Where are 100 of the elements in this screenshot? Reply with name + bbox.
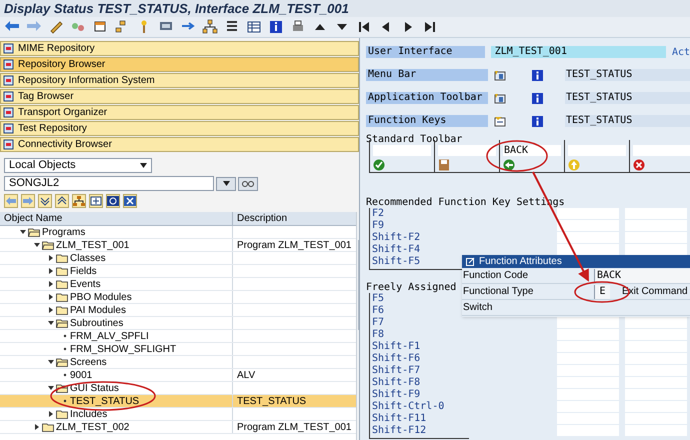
tree-button[interactable] <box>72 194 86 208</box>
input-field[interactable] <box>557 413 619 424</box>
object-type-dropdown[interactable]: Local Objects <box>4 158 152 173</box>
back-arrow-icon[interactable] <box>503 159 515 171</box>
tree-row[interactable]: Includes <box>0 408 356 421</box>
input-field[interactable] <box>625 365 687 376</box>
dropdown-button[interactable] <box>216 176 236 190</box>
input-field[interactable] <box>557 329 619 340</box>
description-text: Program ZLM_TEST_001 <box>237 238 352 252</box>
input-field[interactable] <box>625 208 687 219</box>
input-field[interactable] <box>625 244 687 255</box>
input-field[interactable] <box>625 341 687 352</box>
tree-row[interactable]: TEST_STATUS TEST_STATUS <box>0 395 356 408</box>
info-icon[interactable] <box>532 70 543 80</box>
input-field[interactable] <box>557 232 619 243</box>
navigator-button[interactable]: Repository Browser <box>0 57 359 72</box>
function-code-field[interactable] <box>633 145 690 156</box>
glasses-button[interactable] <box>238 176 258 190</box>
tree-item-label: Classes <box>70 252 106 266</box>
input-field[interactable] <box>557 317 619 328</box>
close-button[interactable] <box>123 194 137 208</box>
function-code-field[interactable] <box>373 145 431 156</box>
value-field: E <box>594 284 610 298</box>
menu-icon[interactable] <box>494 70 506 80</box>
column-header[interactable]: Description <box>233 212 356 225</box>
first-page-icon[interactable] <box>356 19 372 35</box>
input-field[interactable] <box>557 244 619 255</box>
tool-icon <box>3 59 14 70</box>
tree-icon[interactable] <box>202 19 218 35</box>
info-icon[interactable] <box>532 116 543 126</box>
input-field[interactable] <box>557 208 619 219</box>
tree-row[interactable]: Subroutines <box>0 317 356 330</box>
tree-row[interactable]: Classes <box>0 252 356 265</box>
input-field[interactable] <box>625 377 687 388</box>
tree-item-label: Programs <box>42 226 86 240</box>
collapse-button[interactable] <box>55 194 69 208</box>
input-field[interactable] <box>625 389 687 400</box>
back-arrow-button[interactable] <box>4 194 18 208</box>
info-icon[interactable] <box>268 19 284 35</box>
expand-button[interactable] <box>38 194 52 208</box>
tree-item-label: ZLM_TEST_001 <box>56 238 130 252</box>
user-input-field[interactable]: SONGJL2 <box>4 176 214 191</box>
input-field[interactable] <box>557 365 619 376</box>
last-page-icon[interactable] <box>422 19 438 35</box>
navigator-button[interactable]: MIME Repository <box>0 41 359 56</box>
function-keys-icon[interactable] <box>494 116 506 126</box>
function-code-field[interactable]: BACK <box>503 145 561 156</box>
input-field[interactable] <box>625 401 687 412</box>
input-field[interactable] <box>625 220 687 231</box>
input-field[interactable] <box>625 353 687 364</box>
tree-row[interactable]: ZLM_TEST_002 Program ZLM_TEST_001 <box>0 421 356 434</box>
input-field[interactable] <box>625 425 687 436</box>
menu-icon[interactable] <box>494 92 506 104</box>
input-field[interactable] <box>625 317 687 328</box>
input-field[interactable] <box>625 413 687 424</box>
input-field[interactable] <box>557 341 619 352</box>
navigator-button[interactable]: Transport Organizer <box>0 105 359 120</box>
pencil-icon[interactable] <box>48 19 64 35</box>
tree-row[interactable]: Events <box>0 278 356 291</box>
caret-icon <box>222 181 230 186</box>
column-header[interactable]: Object Name <box>0 212 233 225</box>
input-field[interactable] <box>625 329 687 340</box>
tree-row[interactable]: PBO Modules <box>0 291 356 304</box>
function-code-field[interactable] <box>438 145 496 156</box>
input-field[interactable] <box>625 232 687 243</box>
navigator-button[interactable]: Connectivity Browser <box>0 137 359 152</box>
function-key-label: Shift-F4 <box>372 244 420 256</box>
tree-row[interactable]: ZLM_TEST_001 Program ZLM_TEST_001 <box>0 239 356 252</box>
tree-row[interactable]: Fields <box>0 265 356 278</box>
info-icon[interactable] <box>532 92 543 104</box>
tree-row[interactable]: Programs <box>0 226 356 239</box>
cancel-icon[interactable] <box>633 159 645 171</box>
tree-row[interactable]: FRM_ALV_SPFLI <box>0 330 356 343</box>
input-field[interactable] <box>557 425 619 436</box>
input-field[interactable] <box>557 377 619 388</box>
caret-icon <box>140 163 147 168</box>
forward-arrow-icon <box>22 196 34 206</box>
tool-icon <box>3 123 14 134</box>
function-code-field[interactable] <box>568 145 626 156</box>
navigator-button[interactable]: Repository Information System <box>0 73 359 88</box>
tool-icon <box>3 43 14 54</box>
open-folder-icon <box>28 228 40 236</box>
input-field[interactable] <box>557 353 619 364</box>
input-field[interactable] <box>557 220 619 231</box>
navigator-button[interactable]: Tag Browser <box>0 89 359 104</box>
navigator-button[interactable]: Test Repository <box>0 121 359 136</box>
value-field: BACK <box>594 268 690 282</box>
tree-row[interactable]: 9001 ALV <box>0 369 356 382</box>
input-field[interactable] <box>557 389 619 400</box>
checkmark-icon[interactable] <box>373 159 385 171</box>
tree-row[interactable]: PAI Modules <box>0 304 356 317</box>
input-field[interactable] <box>557 401 619 412</box>
table-icon[interactable] <box>246 19 262 35</box>
value-field: TEST_STATUS <box>565 69 690 81</box>
tree-item-label: TEST_STATUS <box>70 394 140 408</box>
tree-row[interactable]: FRM_SHOW_SFLIGHT <box>0 343 356 356</box>
field-label: Switch <box>462 301 494 315</box>
function-key-label: F7 <box>372 317 384 329</box>
tree-item-label: Fields <box>70 264 97 278</box>
tree-row[interactable]: Screens <box>0 356 356 369</box>
